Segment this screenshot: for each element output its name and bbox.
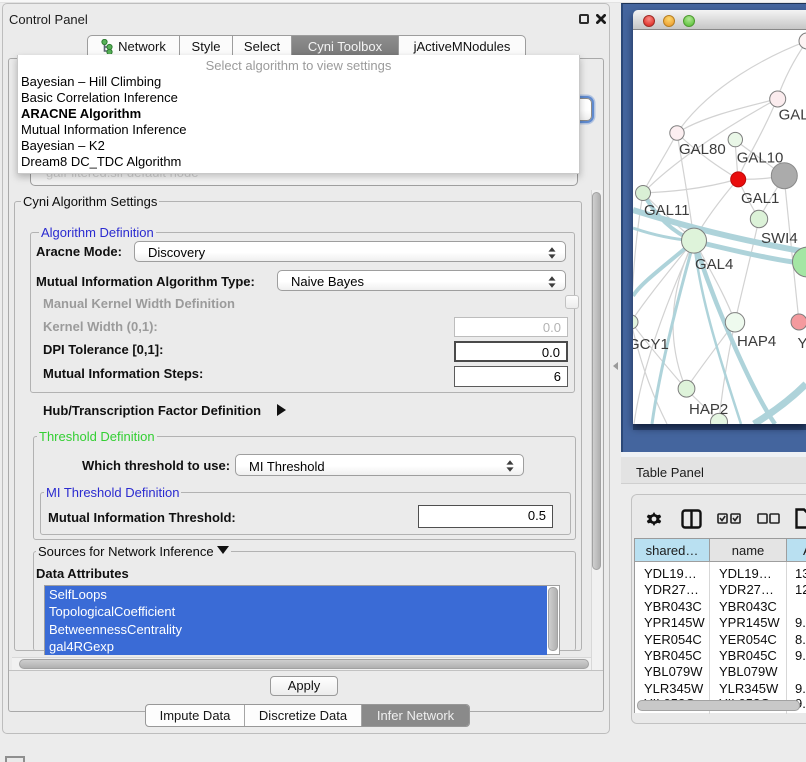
svg-text:GCY1: GCY1 bbox=[633, 336, 669, 353]
svg-text:YJ: YJ bbox=[798, 335, 806, 352]
svg-text:HAP2: HAP2 bbox=[689, 401, 728, 418]
svg-text:GAL4: GAL4 bbox=[695, 256, 733, 273]
svg-text:GAL2: GAL2 bbox=[779, 107, 806, 124]
svg-text:GAL80: GAL80 bbox=[679, 141, 726, 158]
svg-text:GAL10: GAL10 bbox=[737, 150, 784, 167]
svg-text:HAP4: HAP4 bbox=[737, 333, 776, 350]
svg-text:GAL11: GAL11 bbox=[644, 202, 690, 219]
svg-text:SWI4: SWI4 bbox=[761, 230, 798, 247]
svg-text:GAL1: GAL1 bbox=[741, 190, 779, 207]
